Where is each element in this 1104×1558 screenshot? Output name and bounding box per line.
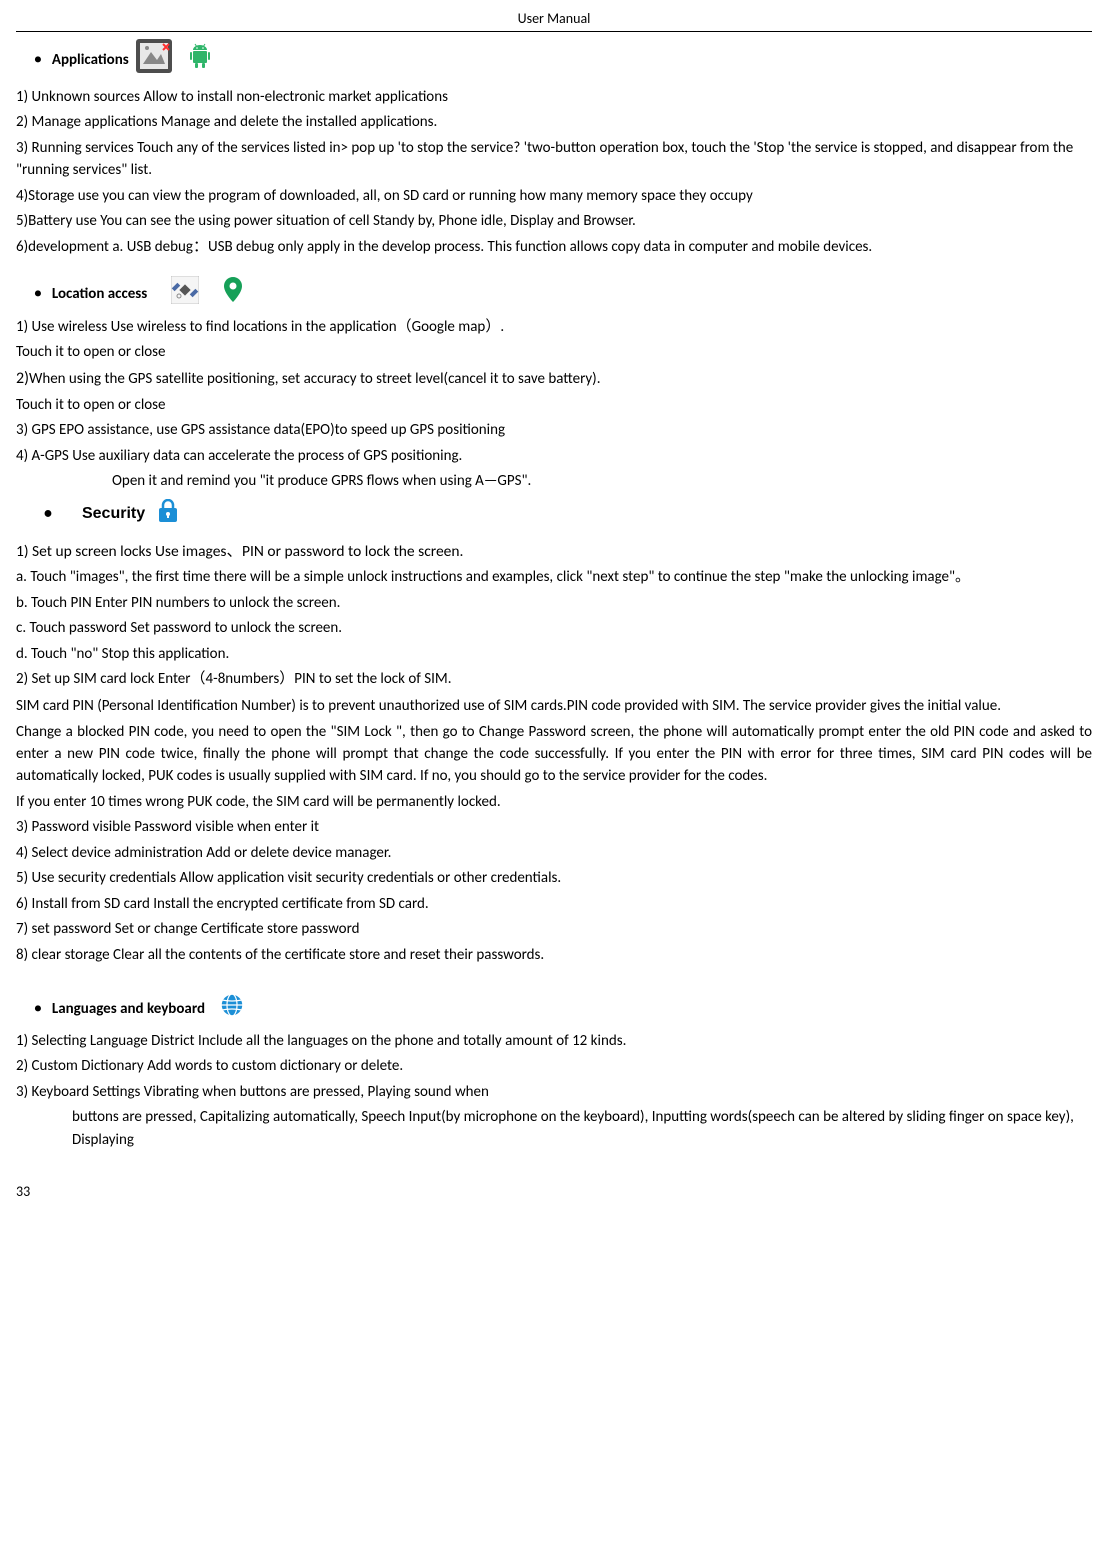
- security-item-c: c. Touch password Set password to unlock…: [16, 617, 1092, 640]
- globe-icon: [219, 992, 245, 1026]
- item-number: 2): [16, 367, 29, 391]
- section-title: Applications: [52, 49, 129, 72]
- location-item-3: 3) GPS EPO assistance, use GPS assistanc…: [16, 419, 1092, 442]
- location-item-4b: Open it and remind you "it produce GPRS …: [112, 470, 1092, 493]
- android-icon: [189, 43, 211, 77]
- page-header: User Manual: [16, 8, 1092, 31]
- section-location-header: ● Location access: [16, 276, 1092, 312]
- location-item-4: 4) A-GPS Use auxiliary data can accelera…: [16, 445, 1092, 468]
- lock-icon: [157, 499, 179, 531]
- location-item-1: 1) Use wireless Use wireless to find loc…: [16, 316, 1092, 339]
- applications-item-4: 4)Storage use you can view the program o…: [16, 185, 1092, 208]
- location-item-2: 2) When using the GPS satellite position…: [16, 367, 1092, 391]
- security-item-4: 4) Select device administration Add or d…: [16, 842, 1092, 865]
- header-rule: [16, 31, 1092, 32]
- section-security-header: • Security: [16, 499, 1092, 531]
- security-item-5: 5) Use security credentials Allow applic…: [16, 867, 1092, 890]
- security-item-b: b. Touch PIN Enter PIN numbers to unlock…: [16, 592, 1092, 615]
- security-para-2: Change a blocked PIN code, you need to o…: [16, 722, 1092, 787]
- security-item-1: 1) Set up screen locks Use images、PIN or…: [16, 540, 1092, 563]
- applications-item-5: 5)Battery use You can see the using powe…: [16, 210, 1092, 233]
- bullet: ●: [34, 50, 42, 70]
- location-item-2c: Touch it to open or close: [16, 394, 1092, 417]
- security-item-6: 6) Install from SD card Install the encr…: [16, 893, 1092, 916]
- location-item-1b: Touch it to open or close: [16, 341, 1092, 364]
- applications-item-2: 2) Manage applications Manage and delete…: [16, 111, 1092, 134]
- languages-item-2: 2) Custom Dictionary Add words to custom…: [16, 1055, 1092, 1078]
- security-para-1: SIM card PIN (Personal Identification Nu…: [16, 694, 1092, 720]
- applications-item-3: 3) Running services Touch any of the ser…: [16, 137, 1092, 182]
- applications-item-1: 1) Unknown sources Allow to install non-…: [16, 86, 1092, 109]
- bullet: ●: [34, 999, 42, 1019]
- security-item-7: 7) set password Set or change Certificat…: [16, 918, 1092, 941]
- section-languages-header: ● Languages and keyboard: [16, 992, 1092, 1026]
- section-title: Languages and keyboard: [52, 998, 205, 1021]
- location-pin-icon: [223, 276, 243, 312]
- bullet: •: [44, 502, 52, 526]
- item-text: When using the GPS satellite positioning…: [29, 368, 601, 391]
- gallery-icon: [135, 38, 173, 82]
- section-applications-header: ● Applications: [16, 38, 1092, 82]
- security-item-a: a. Touch "images", the first time there …: [16, 566, 1092, 589]
- security-item-2: 2) Set up SIM card lock Enter（4-8numbers…: [16, 668, 1092, 691]
- bullet: ●: [34, 284, 42, 304]
- section-title: Location access: [52, 283, 147, 306]
- satellite-icon: [171, 276, 199, 312]
- languages-item-3: 3) Keyboard Settings Vibrating when butt…: [16, 1081, 1092, 1104]
- security-item-3: 3) Password visible Password visible whe…: [16, 816, 1092, 839]
- security-item-8: 8) clear storage Clear all the contents …: [16, 944, 1092, 967]
- page-number: 33: [16, 1181, 1092, 1202]
- languages-item-3b: buttons are pressed, Capitalizing automa…: [72, 1106, 1092, 1151]
- security-para-3: If you enter 10 times wrong PUK code, th…: [16, 791, 1092, 814]
- applications-item-6: 6)development a. USB debug：USB debug onl…: [16, 236, 1092, 259]
- security-item-d: d. Touch "no" Stop this application.: [16, 643, 1092, 666]
- languages-item-1: 1) Selecting Language District Include a…: [16, 1030, 1092, 1053]
- section-title: Security: [82, 502, 145, 526]
